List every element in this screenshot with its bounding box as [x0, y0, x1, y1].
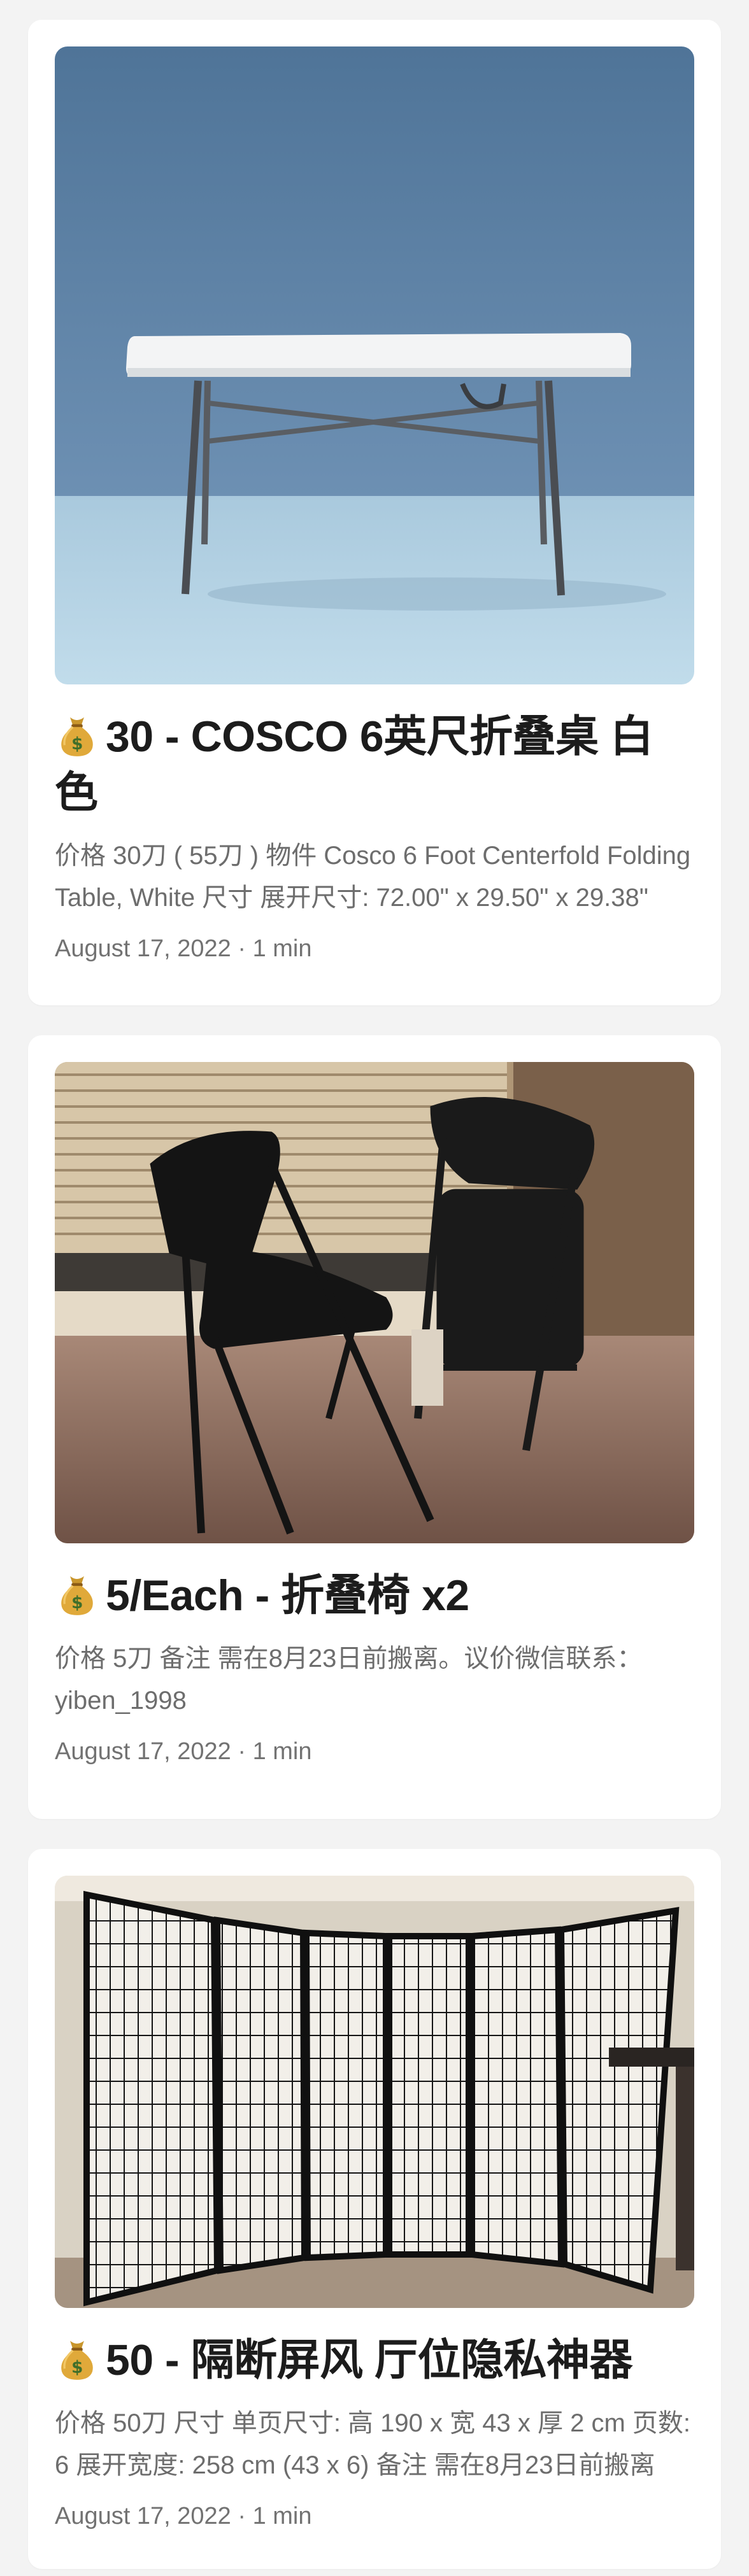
post-date: August 17, 2022 — [55, 935, 231, 962]
post-excerpt: 价格 30刀 ( 55刀 ) 物件 Cosco 6 Foot Centerfol… — [55, 842, 691, 912]
post-excerpt: 价格 5刀 备注 需在8月23日前搬离。议价微信联系：yiben_1998 — [55, 1645, 643, 1715]
folding-table-image — [55, 46, 694, 684]
post-title-text[interactable]: 50 - 隔断屏风 厅位隐私神器 — [106, 2336, 632, 2384]
post-excerpt: 价格 50刀 尺寸 单页尺寸: 高 190 x 宽 43 x 厚 2 cm 页数… — [55, 2409, 690, 2479]
post-title-text[interactable]: 5/Each - 折叠椅 x2 — [106, 1571, 469, 1620]
post-meta: August 17, 2022 · 1 min — [55, 2500, 694, 2532]
post-thumbnail[interactable] — [55, 1062, 694, 1543]
post-title[interactable]: 50 - 隔断屏风 厅位隐私神器 — [55, 2332, 694, 2388]
post-read-time: 1 min — [252, 1738, 312, 1765]
post-thumbnail[interactable] — [55, 46, 694, 684]
post-meta: August 17, 2022 · 1 min — [55, 933, 694, 965]
room-divider-image — [55, 1876, 694, 2308]
money-bag-icon — [55, 713, 99, 758]
post-card[interactable]: 30 - COSCO 6英尺折叠桌 白色 价格 30刀 ( 55刀 ) 物件 C… — [28, 20, 721, 1005]
post-date: August 17, 2022 — [55, 1738, 231, 1765]
folding-chairs-image — [55, 1062, 694, 1543]
meta-separator: · — [231, 1738, 253, 1765]
money-bag-icon — [55, 1572, 99, 1617]
post-card[interactable]: 50 - 隔断屏风 厅位隐私神器 价格 50刀 尺寸 单页尺寸: 高 190 x… — [28, 1849, 721, 2569]
post-card[interactable]: 5/Each - 折叠椅 x2 价格 5刀 备注 需在8月23日前搬离。议价微信… — [28, 1035, 721, 1819]
meta-separator: · — [231, 2503, 253, 2530]
post-title[interactable]: 30 - COSCO 6英尺折叠桌 白色 — [55, 709, 694, 821]
post-title[interactable]: 5/Each - 折叠椅 x2 — [55, 1568, 694, 1624]
post-read-time: 1 min — [252, 2503, 312, 2530]
post-thumbnail[interactable] — [55, 1876, 694, 2308]
post-title-text[interactable]: 30 - COSCO 6英尺折叠桌 白色 — [55, 712, 653, 817]
meta-separator: · — [231, 935, 253, 962]
post-meta: August 17, 2022 · 1 min — [55, 1736, 694, 1767]
post-feed: 30 - COSCO 6英尺折叠桌 白色 价格 30刀 ( 55刀 ) 物件 C… — [0, 0, 749, 2569]
post-read-time: 1 min — [252, 935, 312, 962]
post-date: August 17, 2022 — [55, 2503, 231, 2530]
money-bag-icon — [55, 2337, 99, 2381]
